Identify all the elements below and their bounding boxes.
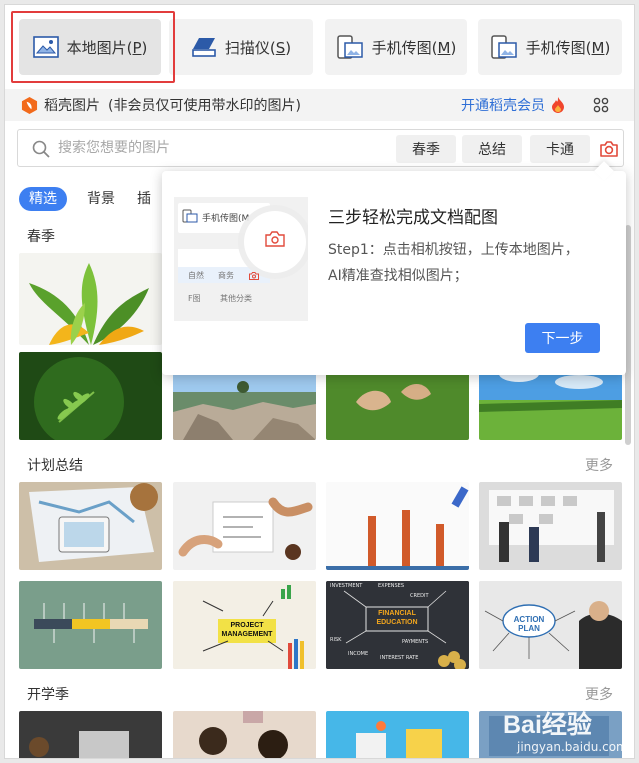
phone-image-icon bbox=[336, 35, 363, 59]
phone-upload-label-2: 手机传图(M) bbox=[525, 38, 611, 57]
illus-tag: 商务 bbox=[218, 271, 234, 280]
phone-upload-label: 手机传图(M) bbox=[371, 38, 457, 57]
scanner-label: 扫描仪(S) bbox=[224, 38, 292, 57]
image-thumb[interactable] bbox=[19, 482, 162, 570]
search-chip-spring[interactable]: 春季 bbox=[396, 135, 456, 163]
watermark-url: jingyan.baidu.com bbox=[517, 740, 628, 754]
scanner-button[interactable]: 扫描仪(S) bbox=[169, 19, 313, 75]
tab-featured[interactable]: 精选 bbox=[19, 187, 67, 211]
action-plan-text: ACTION PLAN bbox=[513, 615, 545, 633]
more-link-plan-summary[interactable]: 更多 bbox=[585, 455, 613, 475]
image-thumb[interactable]: PROJECT MANAGEMENT bbox=[173, 581, 316, 669]
search-input[interactable] bbox=[58, 130, 388, 166]
image-thumb[interactable] bbox=[173, 482, 316, 570]
tab-illustration[interactable]: 插 bbox=[135, 187, 153, 211]
tutorial-illustration: 手机传图(M 自然 商务 F图 其他分类 bbox=[174, 197, 308, 321]
tutorial-popover: 手机传图(M 自然 商务 F图 其他分类 三步轻松完成文档配图 Step1：点击… bbox=[162, 161, 626, 375]
project-management-text: PROJECT MANAGEMENT bbox=[221, 622, 273, 638]
illus-tag: 自然 bbox=[188, 271, 204, 280]
section-title-back-to-school: 开学季 bbox=[27, 687, 69, 703]
fin-word: RISK bbox=[330, 637, 342, 643]
image-thumb[interactable] bbox=[326, 482, 469, 570]
camera-icon bbox=[265, 231, 285, 247]
team-sketching-image bbox=[173, 482, 316, 570]
image-thumb[interactable]: FINANCIAL EDUCATION INVESTMENT EXPENSES … bbox=[326, 581, 469, 669]
search-bar: 春季 总结 卡通 bbox=[17, 129, 624, 167]
popover-body: Step1：点击相机按钮，上传本地图片， AI精准查找相似图片； bbox=[328, 237, 618, 289]
fern-image bbox=[19, 352, 162, 440]
camera-icon bbox=[249, 272, 259, 280]
search-chip-cartoon[interactable]: 卡通 bbox=[530, 135, 590, 163]
image-thumb[interactable] bbox=[326, 711, 469, 758]
fin-word: INTEREST RATE bbox=[380, 655, 419, 661]
whiteboard-meeting-image bbox=[479, 482, 622, 570]
watermark-text: Bai经验 bbox=[503, 711, 592, 739]
open-vip-label: 开通稻壳会员 bbox=[461, 98, 545, 114]
illus-tag: F图 bbox=[188, 294, 201, 303]
image-source-row: 本地图片(P) 扫描仪(S) 手机传图(M) 手机传图(M) bbox=[5, 5, 634, 89]
popover-step-line: AI精准查找相似图片； bbox=[328, 268, 468, 284]
phone-upload-button[interactable]: 手机传图(M) bbox=[325, 19, 467, 75]
map-desk-image bbox=[19, 482, 162, 570]
brand-note: (非会员仅可使用带水印的图片) bbox=[108, 98, 301, 114]
image-thumb[interactable] bbox=[479, 482, 622, 570]
local-image-button[interactable]: 本地图片(P) bbox=[19, 19, 161, 75]
popover-step-line: Step1：点击相机按钮，上传本地图片， bbox=[328, 242, 579, 258]
leaves-image bbox=[29, 263, 149, 345]
school-image bbox=[19, 711, 162, 758]
local-image-icon bbox=[32, 36, 59, 58]
section-title-plan-summary: 计划总结 bbox=[27, 458, 83, 474]
financial-education-text: FINANCIAL EDUCATION bbox=[376, 610, 418, 626]
image-thumb[interactable] bbox=[19, 711, 162, 758]
camera-search-icon[interactable] bbox=[598, 138, 620, 160]
phone-image-icon bbox=[490, 35, 517, 59]
students-image bbox=[173, 711, 316, 758]
image-thumb[interactable] bbox=[19, 352, 162, 440]
image-thumb[interactable] bbox=[19, 253, 162, 345]
fin-word: INCOME bbox=[348, 651, 369, 657]
brand-name: 稻壳图片 bbox=[44, 98, 100, 114]
search-icon bbox=[32, 140, 50, 158]
open-vip-link[interactable]: 开通稻壳会员 bbox=[461, 89, 565, 121]
next-step-button[interactable]: 下一步 bbox=[525, 323, 600, 353]
timeline-image bbox=[19, 581, 162, 669]
popover-title: 三步轻松完成文档配图 bbox=[328, 208, 498, 228]
fin-word: EXPENSES bbox=[378, 583, 405, 589]
illus-phone-label: 手机传图(M bbox=[202, 214, 250, 224]
fin-word: CREDIT bbox=[410, 593, 429, 599]
image-thumb[interactable]: ACTION PLAN bbox=[479, 581, 622, 669]
phone-image-icon bbox=[182, 209, 198, 223]
tab-background[interactable]: 背景 bbox=[85, 187, 117, 211]
more-link-back-to-school[interactable]: 更多 bbox=[585, 684, 613, 704]
scanner-icon bbox=[192, 38, 216, 57]
image-thumb[interactable] bbox=[173, 711, 316, 758]
flame-icon bbox=[552, 97, 564, 113]
brand-bar: 稻壳图片 (非会员仅可使用带水印的图片) 开通稻壳会员 bbox=[5, 89, 634, 121]
fin-word: INVESTMENT bbox=[330, 583, 363, 589]
category-tabs: 精选 背景 插 bbox=[19, 185, 153, 213]
search-chip-summary[interactable]: 总结 bbox=[462, 135, 522, 163]
baidu-jingyan-watermark: Bai经验 jingyan.baidu.com bbox=[483, 705, 633, 758]
phone-upload-button-2[interactable]: 手机传图(M) bbox=[478, 19, 622, 75]
section-title-spring: 春季 bbox=[27, 229, 55, 245]
bar-chart-image bbox=[326, 482, 469, 570]
docer-logo-icon bbox=[21, 96, 38, 114]
local-image-label: 本地图片(P) bbox=[66, 38, 148, 57]
fin-word: PAYMENTS bbox=[402, 639, 429, 645]
image-thumb[interactable] bbox=[19, 581, 162, 669]
illus-tag: 其他分类 bbox=[220, 294, 252, 303]
image-picker-panel: 本地图片(P) 扫描仪(S) 手机传图(M) 手机传图(M) 稻壳图片 (非会员… bbox=[4, 4, 635, 759]
cartoon-school-image bbox=[326, 711, 469, 758]
grid-menu-icon[interactable] bbox=[593, 97, 609, 113]
